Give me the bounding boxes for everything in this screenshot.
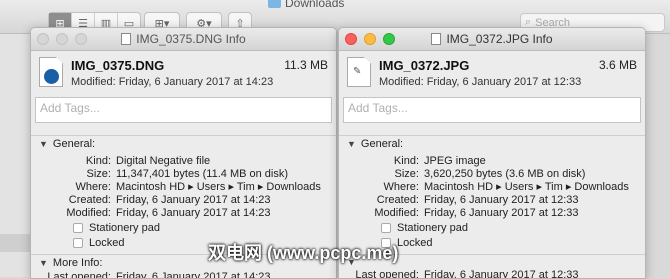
dng-file-icon xyxy=(39,57,63,87)
row-label: Modified: xyxy=(374,207,419,219)
disclosure-triangle-icon[interactable]: ▼ xyxy=(39,139,48,149)
file-name: IMG_0372.JPG xyxy=(379,58,470,73)
info-row-where: Where: Macintosh HD ▸ Users ▸ Tim ▸ Down… xyxy=(31,181,336,194)
finder-title-label: Downloads xyxy=(285,0,345,10)
close-button[interactable] xyxy=(345,33,357,45)
general-rows: Kind: Digital Negative file Size: 11,347… xyxy=(31,155,336,220)
info-row-size: Size: 11,347,401 bytes (11.4 MB on disk) xyxy=(31,168,336,181)
info-row-last-opened: Last opened: Friday, 6 January 2017 at 1… xyxy=(339,269,645,279)
row-label: Modified: xyxy=(66,207,111,219)
finder-title: Downloads xyxy=(268,0,344,10)
row-label: Last opened: xyxy=(355,269,419,279)
row-value: Friday, 6 January 2017 at 14:23 xyxy=(116,194,271,206)
file-size: 11.3 MB xyxy=(284,58,328,72)
folder-icon xyxy=(268,0,281,8)
disclosure-triangle-icon[interactable]: ▼ xyxy=(39,258,48,268)
locked-label: Locked xyxy=(89,236,125,249)
sidebar-selection xyxy=(0,234,30,252)
jpg-file-icon: ✎ xyxy=(347,57,371,87)
row-label: Size: xyxy=(86,168,111,180)
info-row-kind: Kind: JPEG image xyxy=(339,155,645,168)
row-value: Friday, 6 January 2017 at 14:23 xyxy=(116,271,271,279)
row-label: Created: xyxy=(68,194,111,206)
info-row-modified: Modified: Friday, 6 January 2017 at 12:3… xyxy=(339,207,645,220)
window-title: IMG_0375.DNG Info xyxy=(136,32,246,46)
file-header: ✎ IMG_0372.JPG 3.6 MB Modified: Friday, … xyxy=(339,51,645,97)
row-value: Friday, 6 January 2017 at 12:33 xyxy=(424,194,579,206)
zoom-button[interactable] xyxy=(383,33,395,45)
document-icon xyxy=(121,33,132,45)
tags-field[interactable]: Add Tags... xyxy=(35,97,332,123)
stationery-pad-checkbox[interactable] xyxy=(73,222,83,233)
general-label: General: xyxy=(360,138,404,150)
row-label: Size: xyxy=(394,168,419,180)
stationery-pad-label: Stationery pad xyxy=(397,221,468,234)
row-label: Kind: xyxy=(85,155,111,167)
general-label: General: xyxy=(52,138,96,150)
file-header: IMG_0375.DNG 11.3 MB Modified: Friday, 6… xyxy=(31,51,336,97)
info-row-kind: Kind: Digital Negative file xyxy=(31,155,336,168)
general-rows: Kind: JPEG image Size: 3,620,250 bytes (… xyxy=(339,155,645,220)
row-value: Digital Negative file xyxy=(116,155,211,167)
row-value: Friday, 6 January 2017 at 12:33 xyxy=(424,269,579,279)
stationery-pad-option[interactable]: Stationery pad xyxy=(339,220,645,235)
row-value: Friday, 6 January 2017 at 14:23 xyxy=(116,207,271,219)
general-section-toggle[interactable]: ▼ General: xyxy=(31,136,336,152)
document-icon xyxy=(431,33,442,45)
window-title: IMG_0372.JPG Info xyxy=(446,32,553,46)
stationery-pad-label: Stationery pad xyxy=(89,221,160,234)
info-row-modified: Modified: Friday, 6 January 2017 at 14:2… xyxy=(31,207,336,220)
more-info-label: More Info: xyxy=(52,257,103,269)
stationery-pad-option[interactable]: Stationery pad xyxy=(31,220,336,235)
disclosure-triangle-icon[interactable]: ▼ xyxy=(347,139,356,149)
close-button[interactable] xyxy=(37,33,49,45)
row-value: Friday, 6 January 2017 at 12:33 xyxy=(424,207,579,219)
info-row-created: Created: Friday, 6 January 2017 at 14:23 xyxy=(31,194,336,207)
row-label: Where: xyxy=(75,181,111,193)
row-label: Last opened: xyxy=(47,271,111,279)
window-controls xyxy=(345,33,395,45)
zoom-button[interactable] xyxy=(75,33,87,45)
row-value: Macintosh HD ▸ Users ▸ Tim ▸ Downloads xyxy=(424,181,629,193)
row-label: Kind: xyxy=(393,155,419,167)
finder-sidebar xyxy=(0,34,30,277)
file-size: 3.6 MB xyxy=(598,58,637,72)
locked-checkbox[interactable] xyxy=(73,237,83,248)
dng-badge-icon xyxy=(44,69,59,84)
info-row-created: Created: Friday, 6 January 2017 at 12:33 xyxy=(339,194,645,207)
titlebar: IMG_0372.JPG Info xyxy=(339,28,645,51)
locked-label: Locked xyxy=(397,236,433,249)
minimize-button[interactable] xyxy=(56,33,68,45)
window-controls xyxy=(37,33,87,45)
tags-field[interactable]: Add Tags... xyxy=(343,97,641,123)
file-name: IMG_0375.DNG xyxy=(71,58,165,73)
stationery-pad-checkbox[interactable] xyxy=(381,222,391,233)
general-section-toggle[interactable]: ▼ General: xyxy=(339,136,645,152)
row-value: 11,347,401 bytes (11.4 MB on disk) xyxy=(116,168,289,180)
titlebar: IMG_0375.DNG Info xyxy=(31,28,336,51)
modified-line: Modified: Friday, 6 January 2017 at 14:2… xyxy=(71,76,274,88)
watermark-text: 双电网 (www.pcpc.me) xyxy=(208,243,399,263)
minimize-button[interactable] xyxy=(364,33,376,45)
info-row-last-opened: Last opened: Friday, 6 January 2017 at 1… xyxy=(31,271,336,279)
modified-line: Modified: Friday, 6 January 2017 at 12:3… xyxy=(379,76,582,88)
image-glyph-icon: ✎ xyxy=(353,66,362,77)
row-label: Where: xyxy=(383,181,419,193)
row-value: JPEG image xyxy=(424,155,486,167)
row-value: Macintosh HD ▸ Users ▸ Tim ▸ Downloads xyxy=(116,181,321,193)
row-value: 3,620,250 bytes (3.6 MB on disk) xyxy=(424,168,586,180)
info-row-size: Size: 3,620,250 bytes (3.6 MB on disk) xyxy=(339,168,645,181)
row-label: Created: xyxy=(376,194,419,206)
info-row-where: Where: Macintosh HD ▸ Users ▸ Tim ▸ Down… xyxy=(339,181,645,194)
